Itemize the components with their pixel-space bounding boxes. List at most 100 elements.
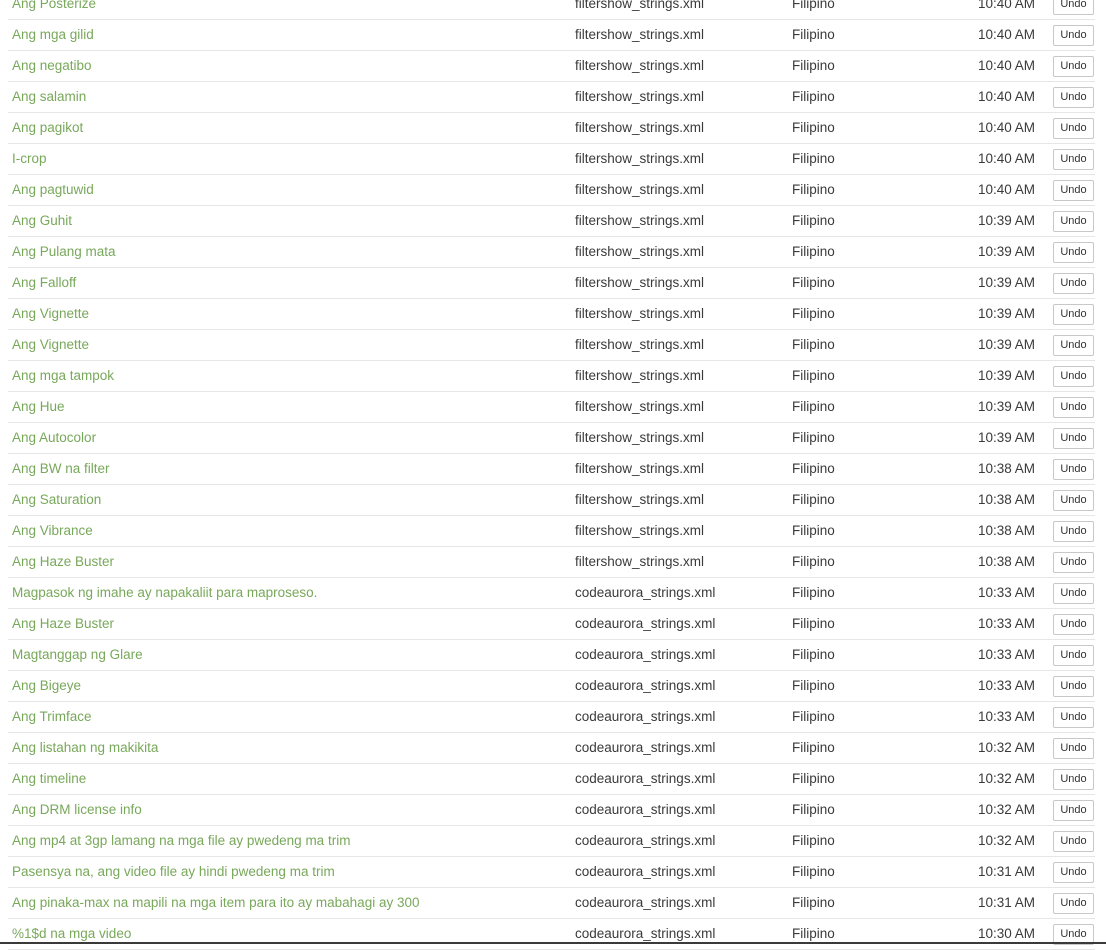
undo-button[interactable]: Undo bbox=[1053, 304, 1094, 325]
undo-button[interactable]: Undo bbox=[1053, 428, 1094, 449]
timestamp: 10:31 AM bbox=[977, 895, 1035, 910]
undo-button[interactable]: Undo bbox=[1053, 831, 1094, 852]
timestamp: 10:40 AM bbox=[977, 27, 1035, 42]
string-link[interactable]: %1$d na mga video bbox=[12, 919, 131, 949]
string-link[interactable]: Ang listahan ng makikita bbox=[12, 733, 158, 763]
undo-button[interactable]: Undo bbox=[1053, 707, 1094, 728]
undo-button[interactable]: Undo bbox=[1053, 521, 1094, 542]
undo-button[interactable]: Undo bbox=[1053, 614, 1094, 635]
undo-button[interactable]: Undo bbox=[1053, 149, 1094, 170]
file-name: codeaurora_strings.xml bbox=[575, 585, 716, 600]
string-link[interactable]: Ang Autocolor bbox=[12, 423, 96, 453]
string-link[interactable]: Ang Posterize bbox=[12, 0, 96, 19]
file-name: filtershow_strings.xml bbox=[575, 89, 705, 104]
string-link[interactable]: Magtanggap ng Glare bbox=[12, 640, 143, 670]
table-row: Magtanggap ng Glare codeaurora_strings.xm… bbox=[8, 640, 1095, 671]
language: Filipino bbox=[792, 585, 835, 600]
undo-button[interactable]: Undo bbox=[1053, 893, 1094, 914]
table-row: Ang pagikot filtershow_strings.xml Filipin… bbox=[8, 113, 1095, 144]
undo-button[interactable]: Undo bbox=[1053, 118, 1094, 139]
string-link[interactable]: Ang Trimface bbox=[12, 702, 92, 732]
string-link[interactable]: Ang mga gilid bbox=[12, 20, 94, 50]
table-row: Ang Autocolor filtershow_strings.xml Filip… bbox=[8, 423, 1095, 454]
string-link[interactable]: Ang mp4 at 3gp lamang na mga file ay pwe… bbox=[12, 826, 350, 856]
string-link[interactable]: Ang pagtuwid bbox=[12, 175, 94, 205]
language: Filipino bbox=[792, 213, 835, 228]
string-link[interactable]: Ang mga tampok bbox=[12, 361, 114, 391]
string-link[interactable]: I-crop bbox=[12, 144, 47, 174]
table-row: Ang Haze Buster filtershow_strings.xml Fil… bbox=[8, 547, 1095, 578]
table-row: Ang DRM license info codeaurora_strings.x… bbox=[8, 795, 1095, 826]
language: Filipino bbox=[792, 647, 835, 662]
undo-button[interactable]: Undo bbox=[1053, 397, 1094, 418]
undo-button[interactable]: Undo bbox=[1053, 0, 1094, 15]
undo-button[interactable]: Undo bbox=[1053, 273, 1094, 294]
string-link[interactable]: Ang pinaka-max na mapili na mga item par… bbox=[12, 888, 419, 918]
string-link[interactable]: Pasensya na, ang video file ay hindi pwe… bbox=[12, 857, 335, 887]
undo-button[interactable]: Undo bbox=[1053, 459, 1094, 480]
undo-button[interactable]: Undo bbox=[1053, 769, 1094, 790]
undo-button[interactable]: Undo bbox=[1053, 645, 1094, 666]
undo-button[interactable]: Undo bbox=[1053, 552, 1094, 573]
language: Filipino bbox=[792, 120, 835, 135]
undo-button[interactable]: Undo bbox=[1053, 87, 1094, 108]
undo-button[interactable]: Undo bbox=[1053, 180, 1094, 201]
file-name: filtershow_strings.xml bbox=[575, 554, 705, 569]
string-link[interactable]: Ang Vignette bbox=[12, 299, 89, 329]
string-link[interactable]: Ang DRM license info bbox=[12, 795, 142, 825]
file-name: filtershow_strings.xml bbox=[575, 213, 705, 228]
string-link[interactable]: Ang Pulang mata bbox=[12, 237, 116, 267]
table-row: Ang Pulang mata filtershow_strings.xml Fil… bbox=[8, 237, 1095, 268]
language: Filipino bbox=[792, 709, 835, 724]
undo-button[interactable]: Undo bbox=[1053, 862, 1094, 883]
table-row: %1$d na mga video codeaurora_strings.xml F… bbox=[8, 919, 1095, 950]
file-name: filtershow_strings.xml bbox=[575, 275, 705, 290]
string-link[interactable]: Ang timeline bbox=[12, 764, 86, 794]
table-row: Ang mga tampok filtershow_strings.xml Fili… bbox=[8, 361, 1095, 392]
table-row: Ang pinaka-max na mapili na mga item par… bbox=[8, 888, 1095, 919]
string-link[interactable]: Ang Haze Buster bbox=[12, 609, 114, 639]
file-name: codeaurora_strings.xml bbox=[575, 802, 716, 817]
undo-button[interactable]: Undo bbox=[1053, 583, 1094, 604]
undo-button[interactable]: Undo bbox=[1053, 242, 1094, 263]
timestamp: 10:39 AM bbox=[977, 275, 1035, 290]
timestamp: 10:40 AM bbox=[977, 182, 1035, 197]
string-link[interactable]: Ang Saturation bbox=[12, 485, 101, 515]
language: Filipino bbox=[792, 461, 835, 476]
file-name: codeaurora_strings.xml bbox=[575, 616, 716, 631]
undo-button[interactable]: Undo bbox=[1053, 738, 1094, 759]
language: Filipino bbox=[792, 182, 835, 197]
table-row: Ang Bigeye codeaurora_strings.xml Filipino… bbox=[8, 671, 1095, 702]
undo-button[interactable]: Undo bbox=[1053, 25, 1094, 46]
undo-button[interactable]: Undo bbox=[1053, 211, 1094, 232]
undo-button[interactable]: Undo bbox=[1053, 335, 1094, 356]
timestamp: 10:31 AM bbox=[977, 864, 1035, 879]
table-row: Pasensya na, ang video file ay hindi pwe… bbox=[8, 857, 1095, 888]
string-link[interactable]: Ang Falloff bbox=[12, 268, 76, 298]
string-link[interactable]: Ang negatibo bbox=[12, 51, 92, 81]
timestamp: 10:33 AM bbox=[977, 709, 1035, 724]
timestamp: 10:32 AM bbox=[977, 771, 1035, 786]
string-link[interactable]: Ang Guhit bbox=[12, 206, 72, 236]
string-link[interactable]: Ang Haze Buster bbox=[12, 547, 114, 577]
string-link[interactable]: Magpasok ng imahe ay napakaliit para map… bbox=[12, 578, 317, 608]
language: Filipino bbox=[792, 430, 835, 445]
undo-button[interactable]: Undo bbox=[1053, 56, 1094, 77]
undo-button[interactable]: Undo bbox=[1053, 366, 1094, 387]
timestamp: 10:40 AM bbox=[977, 0, 1035, 11]
string-link[interactable]: Ang BW na filter bbox=[12, 454, 110, 484]
file-name: codeaurora_strings.xml bbox=[575, 895, 716, 910]
string-link[interactable]: Ang Bigeye bbox=[12, 671, 81, 701]
undo-button[interactable]: Undo bbox=[1053, 676, 1094, 697]
file-name: codeaurora_strings.xml bbox=[575, 709, 716, 724]
string-link[interactable]: Ang Vignette bbox=[12, 330, 89, 360]
undo-button[interactable]: Undo bbox=[1053, 490, 1094, 511]
timestamp: 10:39 AM bbox=[977, 244, 1035, 259]
string-link[interactable]: Ang pagikot bbox=[12, 113, 83, 143]
undo-button[interactable]: Undo bbox=[1053, 800, 1094, 821]
language: Filipino bbox=[792, 864, 835, 879]
string-link[interactable]: Ang Hue bbox=[12, 392, 65, 422]
string-link[interactable]: Ang Vibrance bbox=[12, 516, 93, 546]
language: Filipino bbox=[792, 244, 835, 259]
string-link[interactable]: Ang salamin bbox=[12, 82, 86, 112]
